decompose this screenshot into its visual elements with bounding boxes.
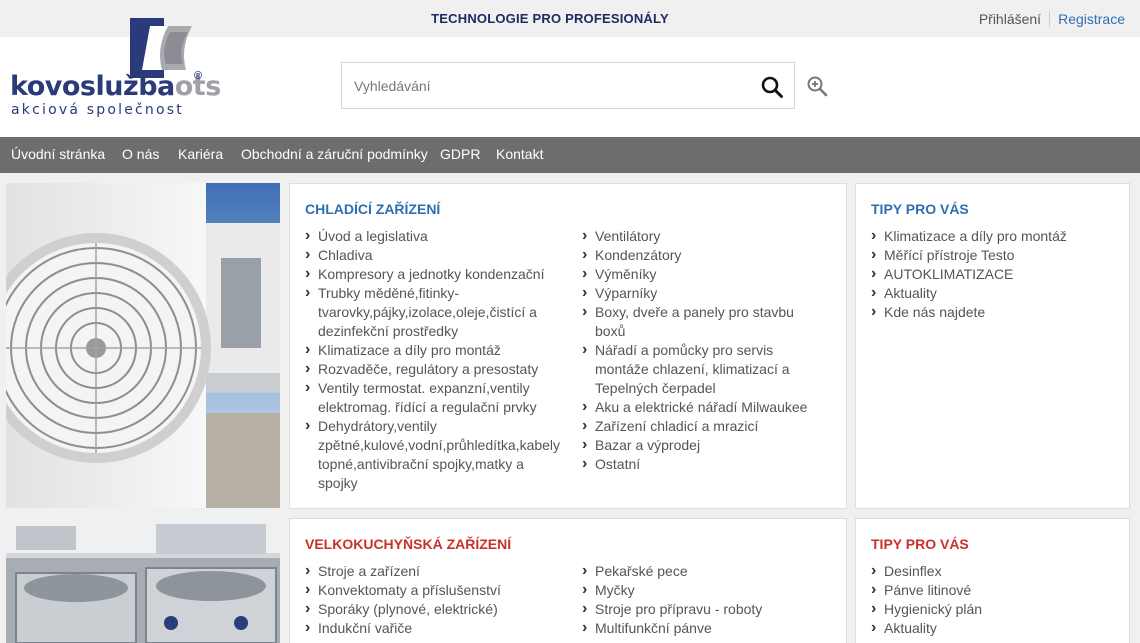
list-item[interactable]: Výměníky — [582, 264, 827, 284]
nav-item-home[interactable]: Úvodní stránka — [11, 146, 105, 162]
register-link[interactable]: Registrace — [1050, 11, 1125, 27]
category-links-left: Stroje a zařízení Konvektomaty a přísluš… — [305, 561, 555, 638]
tips-title: TIPY PRO VÁS — [871, 536, 969, 552]
tips-card-kitchen: TIPY PRO VÁS Desinflex Pánve litinové Hy… — [855, 518, 1130, 643]
list-item[interactable]: Pánve litinové — [871, 580, 1121, 600]
tips-links: Klimatizace a díly pro montáž Měřící pří… — [871, 226, 1121, 322]
list-item[interactable]: Desinflex — [871, 561, 1121, 581]
list-item[interactable]: Nářadí a pomůcky pro servis montáže chla… — [582, 340, 827, 398]
list-item[interactable]: Kde nás najdete — [871, 302, 1121, 322]
list-item[interactable]: Ostatní — [582, 454, 827, 474]
list-item[interactable]: Trubky měděné,fitinky-tvarovky,pájky,izo… — [305, 283, 555, 341]
login-link[interactable]: Přihlášení — [979, 11, 1051, 27]
logo[interactable]: kovoslužbaots ® akciová společnost — [10, 18, 221, 118]
list-item[interactable]: Hygienický plán — [871, 599, 1121, 619]
nav-item-gdpr[interactable]: GDPR — [440, 146, 480, 162]
list-item[interactable]: Klimatizace a díly pro montáž — [871, 226, 1121, 246]
search-input[interactable] — [354, 75, 734, 97]
nav-item-contact[interactable]: Kontakt — [496, 146, 543, 162]
tips-card-cooling: TIPY PRO VÁS Klimatizace a díly pro mont… — [855, 183, 1130, 509]
air-conditioner-photo — [6, 183, 280, 508]
cooling-category-card: CHLADÍCÍ ZAŘÍZENÍ Úvod a legislativa Chl… — [289, 183, 847, 509]
nav-item-career[interactable]: Kariéra — [178, 146, 223, 162]
list-item[interactable]: Sporáky (plynové, elektrické) — [305, 599, 555, 619]
list-item[interactable]: Úvod a legislativa — [305, 226, 555, 246]
list-item[interactable]: Klimatizace a díly pro montáž — [305, 340, 555, 360]
kitchen-category-image[interactable] — [6, 518, 280, 643]
header: kovoslužbaots ® akciová společnost — [0, 18, 1140, 137]
tips-title: TIPY PRO VÁS — [871, 201, 969, 217]
registered-mark: ® — [194, 70, 203, 82]
list-item[interactable]: Výparníky — [582, 283, 827, 303]
zoom-in-icon[interactable] — [806, 75, 828, 97]
list-item[interactable]: Pekařské pece — [582, 561, 827, 581]
category-title[interactable]: VELKOKUCHYŇSKÁ ZAŘÍZENÍ — [305, 536, 511, 552]
list-item[interactable]: Konvektomaty a příslušenství — [305, 580, 555, 600]
list-item[interactable]: Aku a elektrické nářadí Milwaukee — [582, 397, 827, 417]
logo-word: kovoslužba — [10, 71, 175, 102]
list-item[interactable]: Zařízení chladicí a mrazicí — [582, 416, 827, 436]
list-item[interactable]: Stroje a zařízení — [305, 561, 555, 581]
list-item[interactable]: Měřící přístroje Testo — [871, 245, 1121, 265]
list-item[interactable]: Multifunkční pánve — [582, 618, 827, 638]
list-item[interactable]: Rozvaděče, regulátory a presostaty — [305, 359, 555, 379]
list-item[interactable]: Kompresory a jednotky kondenzační — [305, 264, 555, 284]
list-item[interactable]: Bazar a výprodej — [582, 435, 827, 455]
list-item[interactable]: Dehydrátory,ventily zpětné,kulové,vodní,… — [305, 416, 560, 493]
list-item[interactable]: Aktuality — [871, 618, 1121, 638]
list-item[interactable]: Indukční vařiče — [305, 618, 555, 638]
list-item[interactable]: Stroje pro přípravu - roboty — [582, 599, 827, 619]
kitchen-category-card: VELKOKUCHYŇSKÁ ZAŘÍZENÍ Stroje a zařízen… — [289, 518, 847, 643]
list-item[interactable]: Aktuality — [871, 283, 1121, 303]
category-links-right: Ventilátory Kondenzátory Výměníky Výparn… — [582, 226, 827, 474]
list-item[interactable]: Chladiva — [305, 245, 555, 265]
kitchen-equipment-photo — [6, 518, 280, 643]
list-item[interactable]: Myčky — [582, 580, 827, 600]
logo-subtitle: akciová společnost — [11, 102, 184, 118]
category-links-right: Pekařské pece Myčky Stroje pro přípravu … — [582, 561, 827, 638]
category-title[interactable]: CHLADÍCÍ ZAŘÍZENÍ — [305, 201, 440, 217]
list-item[interactable]: AUTOKLIMATIZACE — [871, 264, 1121, 284]
auth-links: Přihlášení Registrace — [979, 11, 1125, 27]
main-nav: Úvodní stránka O nás Kariéra Obchodní a … — [0, 137, 1140, 173]
list-item[interactable]: Ventily termostat. expanzní,ventily elek… — [305, 378, 555, 417]
search-box — [341, 62, 795, 109]
logo-mark-icon — [130, 18, 192, 78]
nav-item-about[interactable]: O nás — [122, 146, 159, 162]
category-links-left: Úvod a legislativa Chladiva Kompresory a… — [305, 226, 560, 493]
list-item[interactable]: Boxy, dveře a panely pro stavbu boxů — [582, 302, 827, 341]
tips-links: Desinflex Pánve litinové Hygienický plán… — [871, 561, 1121, 638]
search-icon[interactable] — [760, 75, 784, 99]
list-item[interactable]: Ventilátory — [582, 226, 827, 246]
cooling-category-image[interactable] — [6, 183, 280, 508]
nav-item-terms[interactable]: Obchodní a záruční podmínky — [241, 146, 428, 162]
logo-wordmark: kovoslužbaots — [10, 71, 221, 102]
list-item[interactable]: Kondenzátory — [582, 245, 827, 265]
